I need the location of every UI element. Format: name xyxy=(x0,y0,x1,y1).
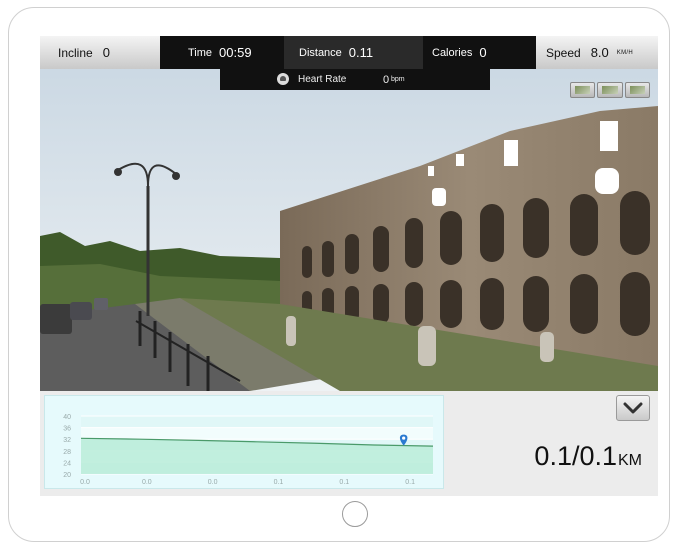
x-tick-label: 0.0 xyxy=(208,479,218,486)
view-mode-button[interactable] xyxy=(624,82,650,98)
x-tick-label: 0.1 xyxy=(274,479,284,486)
route-distance-value: 0.1/0.1 xyxy=(534,441,617,471)
x-tick-label: 0.1 xyxy=(339,479,349,486)
y-tick-label: 32 xyxy=(63,437,71,444)
distance-display: Distance 0.11 xyxy=(299,36,373,69)
calories-value: 0 xyxy=(479,45,487,60)
y-tick-label: 20 xyxy=(63,472,71,479)
incline-label: Incline xyxy=(58,45,93,60)
chart-band xyxy=(81,427,433,440)
heart-rate-value: 0 xyxy=(383,73,390,86)
incline-display: Incline 0 xyxy=(40,36,178,69)
incline-value: 0 xyxy=(102,45,110,60)
elevation-chart: 40 36 32 28 24 20 0.0 0.0 0.0 0.1 0.1 0.1 xyxy=(44,395,444,489)
chevron-down-icon xyxy=(623,402,643,414)
camera-view-buttons xyxy=(570,82,650,98)
route-distance-readout: 0.1/0.1 KM xyxy=(534,441,642,472)
heart-rate-display: Heart Rate 0 bpm xyxy=(220,69,490,90)
heart-rate-label: Heart Rate xyxy=(298,74,347,85)
collapse-panel-button[interactable] xyxy=(616,395,650,421)
speed-display: Speed 8.0 KM/H xyxy=(536,36,658,69)
heart-rate-icon xyxy=(277,73,289,85)
chart-band xyxy=(81,416,433,428)
speed-value: 8.0 xyxy=(590,45,609,60)
x-tick-label: 0.1 xyxy=(405,479,415,486)
view-mode-button[interactable] xyxy=(570,82,596,98)
time-value: 00:59 xyxy=(219,45,252,60)
time-display: Time 00:59 xyxy=(188,36,252,69)
treadmill-screen: Incline 0 Time 00:59 Distance 0.11 Calor… xyxy=(40,36,658,496)
speed-unit: KM/H xyxy=(616,49,633,56)
elevation-chart-svg: 40 36 32 28 24 20 0.0 0.0 0.0 0.1 0.1 0.1 xyxy=(63,414,434,486)
y-tick-label: 24 xyxy=(63,460,71,467)
calories-label: Calories xyxy=(432,46,473,59)
distance-value: 0.11 xyxy=(348,45,374,60)
route-info-panel: 40 36 32 28 24 20 0.0 0.0 0.0 0.1 0.1 0.1 0.1/0.1 K… xyxy=(40,391,658,496)
speed-label: Speed xyxy=(546,45,581,60)
x-tick-label: 0.0 xyxy=(142,479,152,486)
distance-label: Distance xyxy=(299,46,342,59)
calories-display: Calories 0 xyxy=(432,36,487,69)
time-label: Time xyxy=(188,46,213,59)
heart-rate-unit: bpm xyxy=(391,76,405,83)
y-tick-label: 40 xyxy=(63,414,71,421)
y-tick-label: 36 xyxy=(63,426,71,433)
y-tick-label: 28 xyxy=(63,449,71,456)
view-mode-button[interactable] xyxy=(597,82,623,98)
route-distance-unit: KM xyxy=(618,452,642,469)
x-tick-label: 0.0 xyxy=(80,479,90,486)
workout-stats-bar: Time 00:59 Distance 0.11 Calories 0 xyxy=(160,36,540,69)
home-button[interactable] xyxy=(342,501,368,527)
position-marker-dot xyxy=(402,436,406,440)
